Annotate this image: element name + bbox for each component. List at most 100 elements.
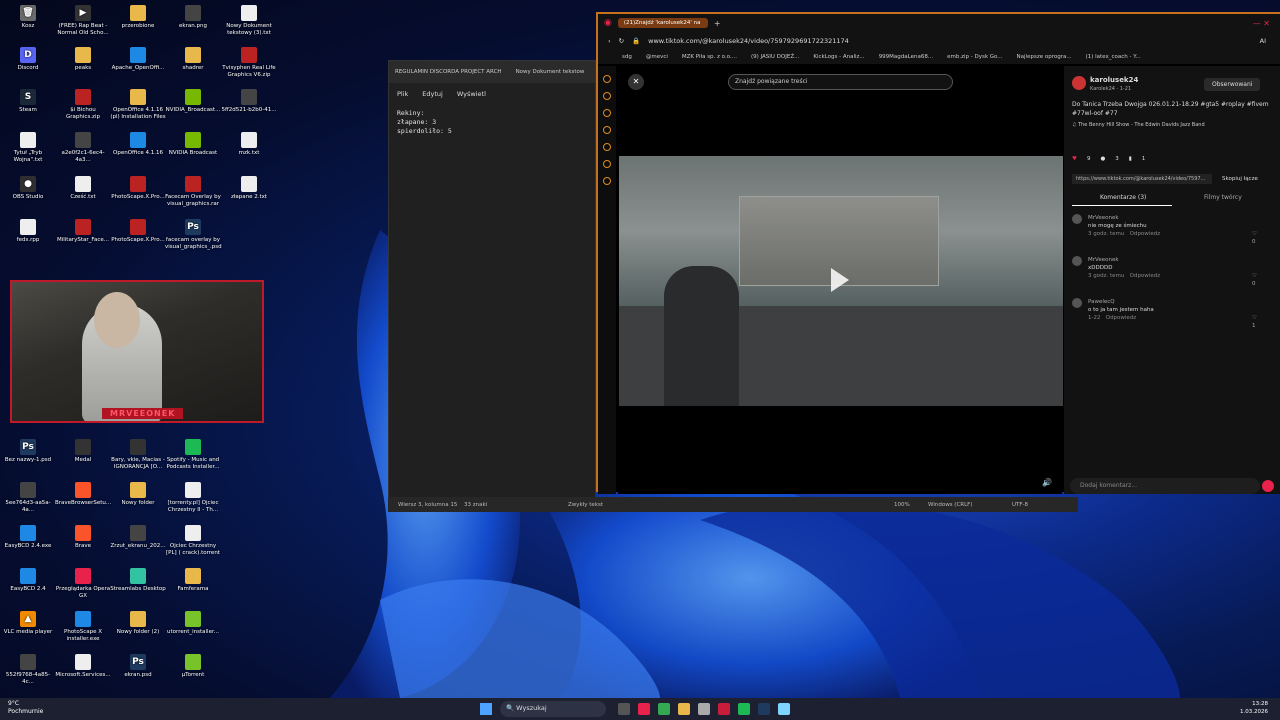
start-icon[interactable] [480,703,492,715]
back-icon[interactable]: ‹ [608,37,611,45]
acrobat-icon[interactable] [718,703,730,715]
desktop-icon[interactable]: BraveBrowserSetu... [55,482,111,507]
bookmark-item[interactable]: (1) latex_coach - Y... [1086,54,1141,60]
explorer-icon[interactable] [678,703,690,715]
bookmark-item[interactable]: Najlepsze oprogra... [1017,54,1072,60]
tab-comments[interactable]: Komentarze (3) [1100,194,1146,201]
window-controls-icon[interactable]: — ✕ [1253,19,1270,28]
search-input[interactable]: Znajdź powiązane treści [728,74,953,90]
sidebar-icon[interactable] [603,92,611,100]
menu-view[interactable]: Wyświetl [457,90,486,98]
comment-user[interactable]: MrVeeonek [1088,214,1258,222]
sidebar-icon[interactable] [603,160,611,168]
bookmark-item[interactable]: KickLogs - Analiz... [813,54,864,60]
desktop-icon[interactable]: a2e0f2c1-6ec4-4a3... [55,132,111,164]
desktop-icon[interactable]: Tytuł „Tryb Wojna".txt [0,132,56,164]
sidebar-icon[interactable] [603,75,611,83]
sidebar-icon[interactable] [603,177,611,185]
bookmark-item[interactable]: @mevci [646,54,668,60]
desktop-icon[interactable]: 5ff2d521-b2b0-41... [221,89,277,114]
desktop-icon[interactable]: PhotoScape X installer.exe [55,611,111,643]
notepad-app-icon[interactable] [698,703,710,715]
desktop-icon[interactable]: Brave [55,525,111,550]
desktop-icon[interactable]: 🗑 Kosz [0,5,56,30]
desktop-icon[interactable]: Przeglądarka Opera GX [55,568,111,600]
desktop-icon[interactable]: przerobione [110,5,166,30]
desktop-icon[interactable]: MilitaryStar_Face... [55,219,111,244]
notepad-tab-2[interactable]: Nowy Dokument tekstow [516,69,585,75]
comment-likes[interactable]: ♡ 0 [1252,272,1257,288]
reply-button[interactable]: Odpowiedz [1130,273,1160,279]
desktop-icon[interactable]: Spotify - Music and Podcasts Installer..… [165,439,221,471]
video-player[interactable] [619,156,1063,406]
video-link[interactable]: https://www.tiktok.com/@karolusek24/vide… [1072,174,1212,184]
weather-widget[interactable]: 9°C Pochmurnie [8,700,43,716]
bookmark-item[interactable]: emb.zip - Dysk Go... [947,54,1002,60]
clock[interactable]: 13:28 1.03.2026 [1240,700,1268,716]
desktop-icon[interactable]: Famferama [165,568,221,593]
bookmark-item[interactable]: 999MagdaLena68... [879,54,933,60]
desktop-icon[interactable]: Medal [55,439,111,464]
desktop-icon[interactable]: Nowy Dokument tekstowy (3).txt [221,5,277,37]
avatar[interactable] [1072,298,1082,308]
desktop-icon[interactable]: 552f9768-4a85-4c... [0,654,56,686]
copy-link-button[interactable]: Skopiuj łącze [1222,176,1258,182]
desktop-icon[interactable]: PhotoScape.X.Pro... [110,176,166,201]
sidebar-icon[interactable] [603,143,611,151]
desktop-icon[interactable]: D Discord [0,47,56,72]
desktop-icon[interactable]: EasyBCD 2.4 [0,568,56,593]
desktop-icon[interactable]: 5ee764d3-aa5a-4a... [0,482,56,514]
photoshop-icon[interactable] [758,703,770,715]
bookmark-item[interactable]: sdg [622,54,632,60]
heart-icon[interactable]: ♥ [1072,156,1077,162]
bookmark-item[interactable]: (9) JASIU DOJEŻ... [751,54,799,60]
comment-icon[interactable]: ● [1100,156,1105,162]
desktop-icon[interactable]: ekran.png [165,5,221,30]
desktop-icon[interactable]: NVIDIA Broadcast [165,132,221,157]
bookmark-item[interactable]: MZK Piła sp. z o.o.... [682,54,737,60]
send-icon[interactable] [1262,480,1274,492]
desktop-icon[interactable]: ● OBS Studio [0,176,56,201]
desktop-icon[interactable]: shadrer [165,47,221,72]
desktop-icon[interactable]: złapane 2.txt [221,176,277,201]
desktop-icon[interactable]: peaks [55,47,111,72]
desktop-icon[interactable]: EasyBCD 2.4.exe [0,525,56,550]
desktop-icon[interactable]: NVIDIA_Broadcast... [165,89,221,114]
author-name[interactable]: karolusek24 [1090,76,1138,84]
task-view-icon[interactable] [618,703,630,715]
desktop-icon[interactable]: S Steam [0,89,56,114]
desktop-icon[interactable]: Nowy folder [110,482,166,507]
reply-button[interactable]: Odpowiedz [1106,315,1136,321]
opera-icon[interactable] [638,703,650,715]
comment-input[interactable]: Dodaj komentarz... [1070,478,1260,494]
bookmark-icon[interactable]: ▮ [1129,156,1132,162]
desktop-icon[interactable]: Bary, vkie, Macias - IGNORANCJA [O... [110,439,166,471]
comment-likes[interactable]: ♡ 1 [1252,314,1257,330]
desktop-icon[interactable]: Ps ekran.psd [110,654,166,679]
reload-icon[interactable]: ↻ [619,37,624,45]
desktop-icon[interactable]: Ps Bez nazwy-1.psd [0,439,56,464]
notepad-tab-1[interactable]: REGULAMIN DISCORDA PROJECT ARCH [395,69,502,75]
desktop-icon[interactable]: Apache_OpenOffi... [110,47,166,72]
desktop-icon[interactable]: utorrent_installer... [165,611,221,636]
new-tab-icon[interactable]: + [714,19,721,28]
desktop-icon[interactable]: OpenOffice 4.1.16 (pl) Installation File… [110,89,166,121]
desktop-icon[interactable]: Ojciec Chrzestny [PL] ( crack).torrent [165,525,221,557]
desktop-icon[interactable]: OpenOffice 4.1.16 [110,132,166,157]
notepad-text-area[interactable]: Rekiny: złapane: 3 spierdoliło: 5 [389,101,595,144]
follow-button[interactable]: Obserwowani [1204,78,1261,91]
comment-user[interactable]: PawelecQ [1088,298,1258,306]
music-label[interactable]: ♫ The Benny Hill Show - The Edwin Davids… [1072,122,1205,128]
comment-likes[interactable]: ♡ 0 [1252,230,1257,246]
desktop-icon[interactable]: $i Bichou Graphics.zip [55,89,111,121]
sidebar-icon[interactable] [603,109,611,117]
menu-file[interactable]: Plik [397,90,408,98]
spotify-icon[interactable] [738,703,750,715]
desktop-icon[interactable]: Streamlabs Desktop [110,568,166,593]
author-avatar[interactable] [1072,76,1086,90]
tab-creator-videos[interactable]: Filmy twórcy [1204,194,1242,201]
taskbar-search[interactable]: 🔍 Wyszukaj [500,701,606,717]
menu-edit[interactable]: Edytuj [422,90,443,98]
desktop-icon[interactable]: Cześć.txt [55,176,111,201]
desktop-icon[interactable]: µTorrent [165,654,221,679]
